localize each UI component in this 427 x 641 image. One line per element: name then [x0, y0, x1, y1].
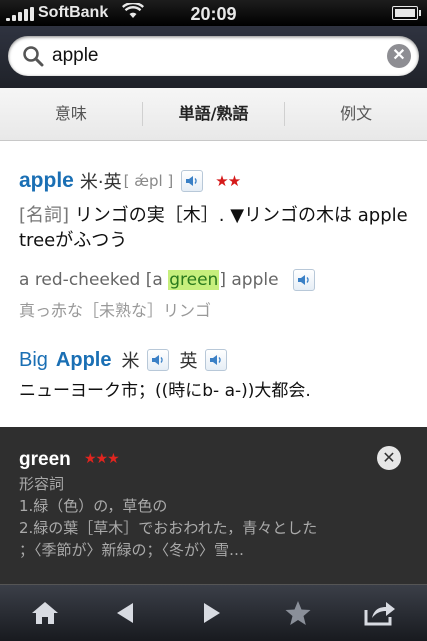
search-icon — [22, 45, 44, 67]
lang-label-uk: 英 — [179, 351, 198, 372]
definition-text: リンゴの実［木］. ▼リンゴの木は apple treeがふつう — [19, 205, 408, 251]
phrase-header: Big Apple 米 英 — [19, 347, 228, 373]
origin-label: 米·英 — [79, 172, 122, 193]
home-icon[interactable] — [15, 585, 75, 641]
popup-rating-stars: ★★★ — [84, 451, 120, 467]
phrase-word-big[interactable]: Big — [19, 349, 48, 372]
popup-line-3: ；〈季節が〉新緑の；〈冬が〉雪… — [19, 541, 245, 559]
part-of-speech: [名詞] — [19, 205, 70, 226]
example-text-after: ] apple — [219, 270, 279, 290]
popup-pos: 形容詞 — [19, 475, 65, 493]
speaker-icon[interactable] — [292, 269, 315, 291]
back-icon[interactable] — [95, 585, 155, 641]
speaker-icon[interactable] — [205, 349, 228, 371]
status-bar: SoftBank 20:09 — [0, 0, 427, 26]
rating-stars: ★★ — [215, 172, 241, 190]
entry-header: apple 米·英 [ ǽpl ] ★★ — [19, 168, 241, 194]
forward-icon[interactable] — [182, 585, 242, 641]
search-header: ✕ — [0, 26, 427, 88]
tab-examples[interactable]: 例文 — [285, 88, 427, 140]
popup-line-1: 1.緑（色）の，草色の — [19, 497, 168, 515]
highlighted-word[interactable]: green — [168, 270, 220, 290]
status-time: 20:09 — [190, 4, 237, 24]
word-popup[interactable]: green ★★★ ✕ 形容詞 1.緑（色）の，草色の 2.緑の葉［草木］でおお… — [0, 427, 427, 584]
tab-meaning[interactable]: 意味 — [0, 88, 142, 140]
search-box[interactable]: ✕ — [8, 36, 419, 76]
speaker-icon[interactable] — [181, 170, 204, 192]
definition: [名詞] リンゴの実［木］. ▼リンゴの木は apple treeがふつう — [19, 203, 414, 253]
battery-icon — [392, 6, 421, 20]
popup-line-2: 2.緑の葉［草木］でおおわれた，青々とした — [19, 519, 318, 537]
dictionary-content: apple 米·英 [ ǽpl ] ★★ [名詞] リンゴの実［木］. ▼リンゴ… — [0, 141, 427, 427]
tab-words-phrases[interactable]: 単語/熟語 — [143, 88, 285, 140]
star-icon[interactable] — [268, 585, 328, 641]
speaker-icon[interactable] — [147, 349, 170, 371]
search-input[interactable] — [52, 42, 372, 70]
bottom-toolbar — [0, 584, 427, 641]
share-icon[interactable] — [350, 585, 410, 641]
example-japanese: 真っ赤な［未熟な］リンゴ — [19, 301, 212, 320]
popup-word: green — [19, 449, 71, 470]
headword[interactable]: apple — [19, 169, 74, 193]
phrase-definition: ニューヨーク市；((時にb- a-))大都会. — [19, 381, 311, 401]
pronunciation: [ ǽpl ] — [123, 172, 174, 190]
lang-label-us: 米 — [121, 351, 140, 372]
phrase-word-apple[interactable]: Apple — [56, 349, 112, 372]
segment-tabs: 意味 単語/熟語 例文 — [0, 88, 427, 141]
example-english: a red-cheeked [a green] apple — [19, 269, 315, 291]
close-icon[interactable]: ✕ — [377, 446, 401, 470]
example-text-before: a red-cheeked [a — [19, 270, 169, 290]
clear-icon[interactable]: ✕ — [387, 44, 411, 68]
